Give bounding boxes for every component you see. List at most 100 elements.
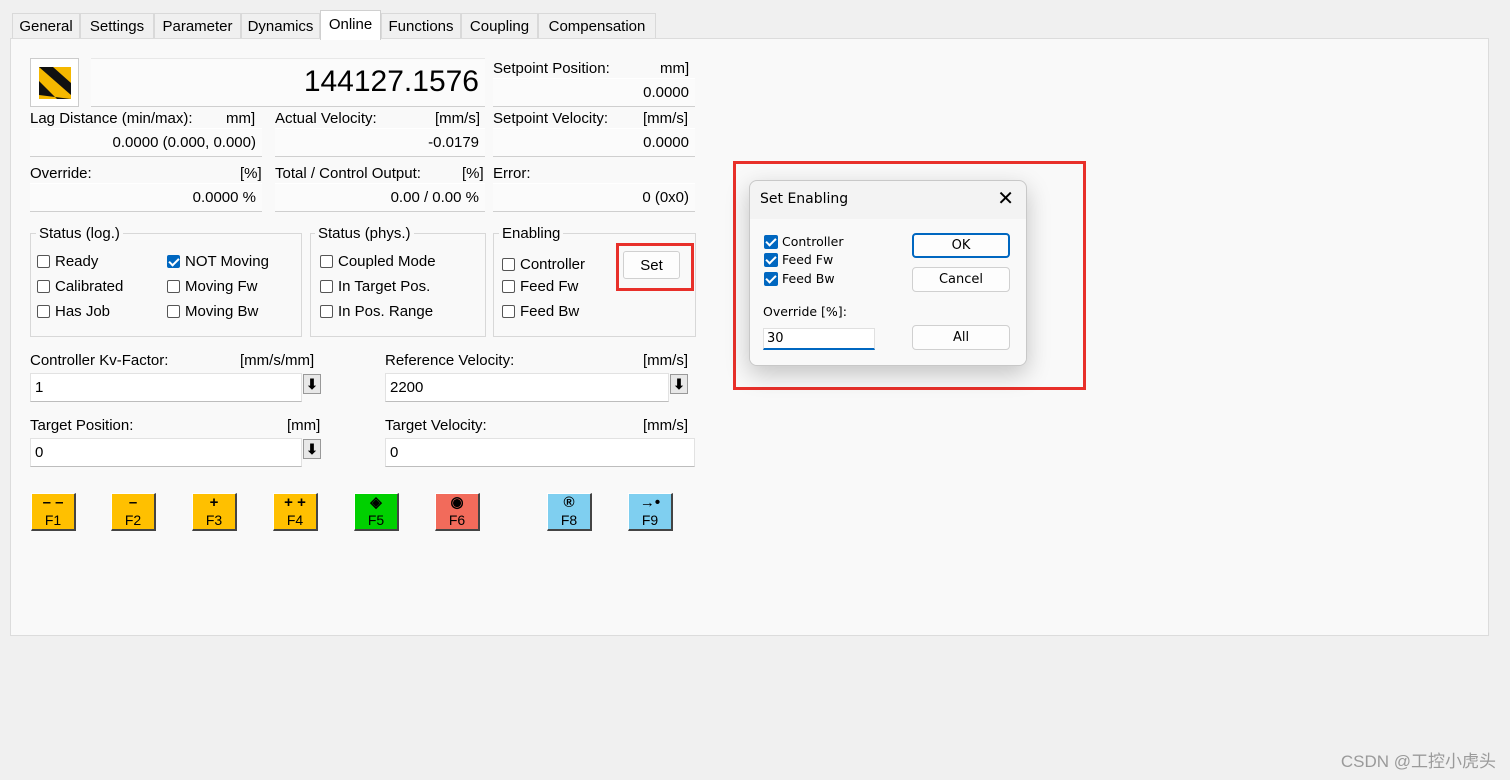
fast-forward-icon: + + <box>284 494 306 511</box>
checkbox-label: Feed Fw <box>520 278 579 295</box>
error-value: 0 (0x0) <box>493 183 695 212</box>
backward-icon: – <box>128 494 138 511</box>
lag-distance-unit: mm] <box>226 110 256 127</box>
ok-button[interactable]: OK <box>912 233 1010 258</box>
ref-velocity-input[interactable]: 2200 <box>385 373 669 402</box>
all-button[interactable]: All <box>912 325 1010 350</box>
checkbox-box[interactable] <box>167 255 180 268</box>
checkbox-box[interactable] <box>37 255 50 268</box>
checkbox-in-target-pos[interactable]: In Target Pos. <box>320 278 430 295</box>
f4-label: F4 <box>286 512 304 528</box>
checkbox-in-pos-range[interactable]: In Pos. Range <box>320 303 433 320</box>
f2-button[interactable]: – F2 <box>111 493 156 531</box>
checkbox-label: Feed Bw <box>520 303 580 320</box>
setpoint-position-value: 0.0000 <box>493 78 695 107</box>
checkbox-label: Calibrated <box>55 278 124 295</box>
checkbox-label: NOT Moving <box>185 253 269 270</box>
actual-velocity-unit: [mm/s] <box>435 110 480 127</box>
checkbox-box[interactable] <box>167 305 180 318</box>
checkbox-feed-bw[interactable]: Feed Bw <box>502 303 579 320</box>
start-icon: ◈ <box>370 494 382 511</box>
ref-velocity-apply-button[interactable]: ⬇ <box>670 374 688 394</box>
setpoint-position-unit: mm] <box>660 60 690 77</box>
kv-factor-label: Controller Kv-Factor: <box>30 352 169 369</box>
checkbox-has-job[interactable]: Has Job <box>37 303 110 320</box>
dialog-checkbox-feed-bw[interactable]: Feed Bw <box>764 271 835 286</box>
lag-distance-value: 0.0000 (0.000, 0.000) <box>30 128 262 157</box>
checkbox-box[interactable] <box>167 280 180 293</box>
target-position-input[interactable]: 0 <box>30 438 302 467</box>
checkbox-label: Controller <box>520 256 586 273</box>
kv-factor-input[interactable]: 1 <box>30 373 302 402</box>
tab-dynamics[interactable]: Dynamics <box>241 13 320 38</box>
checkbox-label: In Pos. Range <box>338 303 434 320</box>
f5-button[interactable]: ◈ F5 <box>354 493 399 531</box>
checkbox-not-moving[interactable]: NOT Moving <box>167 253 269 270</box>
reset-icon: ® <box>563 494 575 511</box>
checkbox-box[interactable] <box>37 280 50 293</box>
f1-button[interactable]: – – F1 <box>31 493 76 531</box>
checkbox-box[interactable] <box>764 234 778 249</box>
f4-button[interactable]: + + F4 <box>273 493 318 531</box>
checkbox-box[interactable] <box>502 280 515 293</box>
f6-label: F6 <box>448 512 466 528</box>
f5-label: F5 <box>367 512 385 528</box>
f8-button[interactable]: ® F8 <box>547 493 592 531</box>
set-enabling-dialog: Set Enabling ✕ Controller Feed Fw Feed B… <box>749 180 1027 366</box>
f3-button[interactable]: + F3 <box>192 493 237 531</box>
checkbox-ready[interactable]: Ready <box>37 253 98 270</box>
dialog-title: Set Enabling <box>760 191 849 207</box>
checkbox-box[interactable] <box>764 271 778 286</box>
total-output-label: Total / Control Output: <box>275 165 421 182</box>
f6-button[interactable]: ◉ F6 <box>435 493 480 531</box>
close-icon[interactable]: ✕ <box>997 187 1014 209</box>
checkbox-calibrated[interactable]: Calibrated <box>37 278 123 295</box>
checkbox-moving-bw[interactable]: Moving Bw <box>167 303 258 320</box>
checkbox-box[interactable] <box>764 252 778 267</box>
tab-coupling[interactable]: Coupling <box>461 13 538 38</box>
status-log-title: Status (log.) <box>36 225 123 242</box>
f1-label: F1 <box>44 512 62 528</box>
lag-distance-label: Lag Distance (min/max): <box>30 110 193 127</box>
target-velocity-unit: [mm/s] <box>643 417 688 434</box>
actual-velocity-label: Actual Velocity: <box>275 110 377 127</box>
tab-settings[interactable]: Settings <box>80 13 154 38</box>
tab-general[interactable]: General <box>12 13 80 38</box>
target-position-unit: [mm] <box>287 417 321 434</box>
f9-label: F9 <box>641 512 659 528</box>
tab-parameter[interactable]: Parameter <box>154 13 241 38</box>
actual-velocity-value: -0.0179 <box>275 128 485 157</box>
target-velocity-input[interactable]: 0 <box>385 438 695 467</box>
actual-position-display: 144127.1576 <box>91 58 485 107</box>
override-percent-input[interactable]: 30 <box>763 328 875 350</box>
tab-functions[interactable]: Functions <box>381 13 461 38</box>
setpoint-velocity-label: Setpoint Velocity: <box>493 110 609 127</box>
checkbox-box[interactable] <box>320 280 333 293</box>
checkbox-box[interactable] <box>320 255 333 268</box>
dialog-checkbox-feed-fw[interactable]: Feed Fw <box>764 252 833 267</box>
checkbox-label: Feed Bw <box>782 271 835 286</box>
setpoint-velocity-value: 0.0000 <box>493 128 695 157</box>
tab-compensation[interactable]: Compensation <box>538 13 656 38</box>
dialog-checkbox-controller[interactable]: Controller <box>764 234 844 249</box>
checkbox-label: Moving Fw <box>185 278 258 295</box>
f9-button[interactable]: →• F9 <box>628 493 673 531</box>
fast-backward-icon: – – <box>42 494 64 511</box>
checkbox-moving-fw[interactable]: Moving Fw <box>167 278 258 295</box>
target-position-apply-button[interactable]: ⬇ <box>303 439 321 459</box>
checkbox-label: Coupled Mode <box>338 253 436 270</box>
setpoint-position-label: Setpoint Position: <box>493 60 610 77</box>
checkbox-box[interactable] <box>37 305 50 318</box>
setpoint-velocity-unit: [mm/s] <box>643 110 688 127</box>
override-unit: [%] <box>240 165 262 182</box>
error-label: Error: <box>493 165 531 182</box>
checkbox-coupled-mode[interactable]: Coupled Mode <box>320 253 436 270</box>
kv-factor-apply-button[interactable]: ⬇ <box>303 374 321 394</box>
checkbox-box[interactable] <box>320 305 333 318</box>
tab-online[interactable]: Online <box>320 10 381 40</box>
checkbox-feed-fw[interactable]: Feed Fw <box>502 278 578 295</box>
checkbox-box[interactable] <box>502 305 515 318</box>
checkbox-box[interactable] <box>502 258 515 271</box>
cancel-button[interactable]: Cancel <box>912 267 1010 292</box>
checkbox-controller[interactable]: Controller <box>502 256 585 273</box>
